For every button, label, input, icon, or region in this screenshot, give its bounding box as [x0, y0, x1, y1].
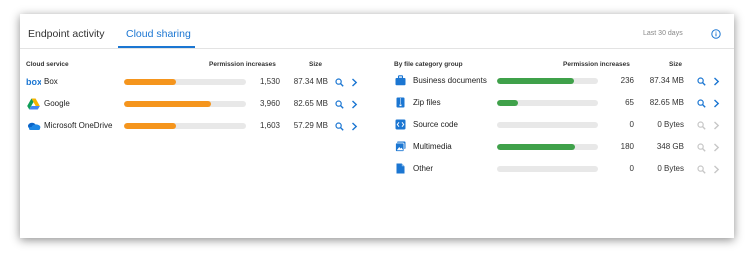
chevron-right-icon [714, 143, 720, 152]
permission-bar-fill [497, 78, 574, 84]
file-category-name: Source code [413, 120, 458, 129]
column-header-permission-increases-files: Permission increases [563, 61, 630, 68]
cloud-service-row: Google 3,960 82.65 MB [20, 95, 370, 113]
chevron-right-icon[interactable] [713, 77, 720, 86]
size-value: 82.65 MB [293, 99, 328, 108]
permission-count: 65 [625, 98, 634, 107]
search-icon [697, 121, 706, 130]
permission-count: 1,530 [259, 77, 280, 86]
search-icon[interactable] [335, 122, 344, 131]
permission-count: 236 [620, 76, 634, 85]
file-category-name: Zip files [413, 98, 441, 107]
file-category-row: Other 0 0 Bytes [390, 160, 730, 178]
search-icon[interactable] [335, 100, 344, 109]
size-value: 0 Bytes [657, 120, 684, 129]
file-category-row: Business documents 236 87.34 MB [390, 72, 730, 90]
size-value: 57.29 MB [293, 121, 328, 130]
column-header-size-files: Size [669, 61, 683, 68]
column-header-cloud-service: Cloud service [26, 61, 69, 68]
permission-count: 180 [620, 142, 634, 151]
permission-bar-fill [124, 123, 177, 129]
zip-file-icon [396, 97, 405, 108]
permission-bar [124, 79, 246, 85]
size-value: 348 GB [656, 142, 684, 151]
chevron-right-icon[interactable] [351, 122, 358, 131]
onedrive-icon [28, 122, 41, 130]
cloud-service-name: Google [44, 99, 70, 108]
permission-bar [497, 122, 598, 128]
size-value: 0 Bytes [657, 164, 684, 173]
search-icon [697, 143, 706, 152]
cloud-service-row: Microsoft OneDrive 1,603 57.29 MB [20, 117, 370, 135]
permission-bar [124, 123, 246, 129]
permission-count: 0 [629, 120, 634, 129]
permission-bar-fill [497, 100, 519, 106]
column-header-permission-increases: Permission increases [209, 61, 276, 68]
column-header-file-category-group: By file category group [394, 61, 463, 68]
info-icon[interactable] [711, 29, 721, 39]
chevron-right-icon[interactable] [351, 100, 358, 109]
permission-count: 1,603 [259, 121, 280, 130]
briefcase-icon [395, 75, 406, 86]
size-value: 87.34 MB [293, 77, 328, 86]
search-icon[interactable] [697, 77, 706, 86]
tab-endpoint-activity[interactable]: Endpoint activity [28, 28, 104, 40]
file-category-row: Multimedia 180 348 GB [390, 138, 730, 156]
permission-count: 3,960 [259, 99, 280, 108]
permission-bar-fill [497, 144, 575, 150]
cloud-service-name: Microsoft OneDrive [44, 121, 113, 130]
tab-cloud-sharing[interactable]: Cloud sharing [126, 28, 191, 40]
size-value: 82.65 MB [649, 98, 684, 107]
svg-text:box: box [26, 77, 41, 87]
tab-bar: Endpoint activity Cloud sharing Last 30 … [20, 14, 734, 49]
cloud-service-name: Box [44, 77, 58, 86]
permission-bar [497, 144, 598, 150]
cloud-service-row: box Box 1,530 87.34 MB [20, 73, 370, 91]
permission-bar [497, 78, 598, 84]
google-drive-icon [27, 98, 40, 110]
permission-bar [497, 100, 598, 106]
file-category-row: Source code 0 0 Bytes [390, 116, 730, 134]
source-code-icon [395, 119, 406, 130]
file-category-name: Business documents [413, 76, 487, 85]
search-icon[interactable] [335, 78, 344, 87]
permission-count: 0 [629, 164, 634, 173]
permission-bar-fill [124, 101, 211, 107]
size-value: 87.34 MB [649, 76, 684, 85]
file-category-name: Other [413, 164, 434, 173]
file-category-name: Multimedia [413, 142, 452, 151]
chevron-right-icon [714, 121, 720, 130]
active-tab-indicator [118, 46, 195, 48]
permission-bar [497, 166, 598, 172]
document-icon [396, 163, 405, 174]
cloud-sharing-card: Endpoint activity Cloud sharing Last 30 … [20, 14, 734, 238]
file-category-row: Zip files 65 82.65 MB [390, 94, 730, 112]
chevron-right-icon[interactable] [351, 78, 358, 87]
time-range-label: Last 30 days [643, 30, 683, 37]
box-logo-icon: box [26, 77, 41, 87]
multimedia-icon [395, 141, 406, 152]
chevron-right-icon [714, 165, 720, 174]
permission-bar-fill [124, 79, 177, 85]
permission-bar [124, 101, 246, 107]
search-icon [697, 165, 706, 174]
chevron-right-icon[interactable] [713, 99, 720, 108]
search-icon[interactable] [697, 99, 706, 108]
column-header-size: Size [309, 61, 323, 68]
